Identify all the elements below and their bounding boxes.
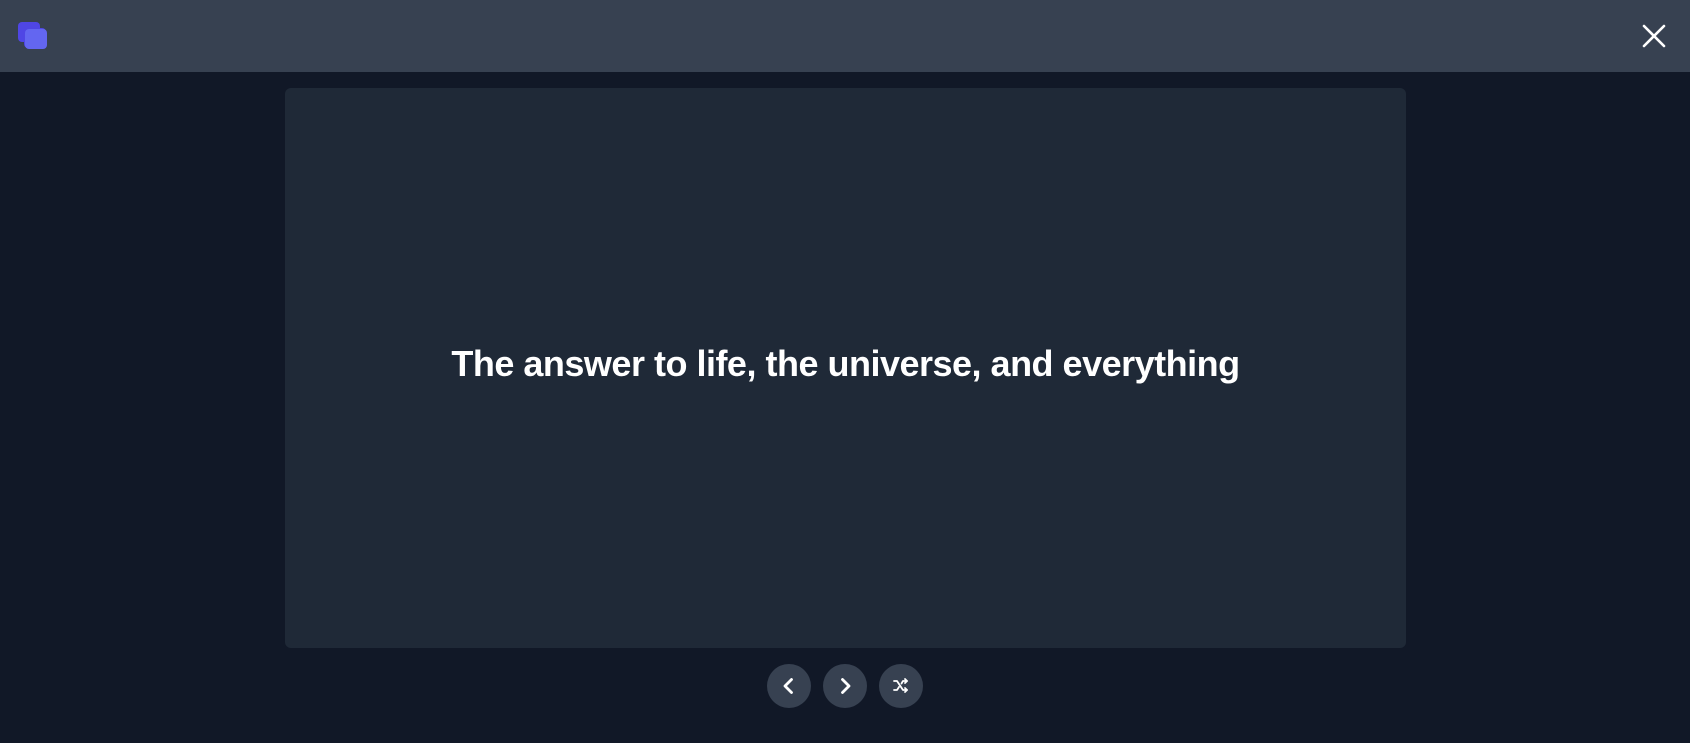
flashcard[interactable]: The answer to life, the universe, and ev… <box>285 88 1406 648</box>
next-card-button[interactable] <box>823 664 867 708</box>
chevron-left-icon <box>783 678 793 694</box>
flashcard-text: The answer to life, the universe, and ev… <box>451 343 1240 384</box>
card-controls <box>0 664 1690 708</box>
previous-card-button[interactable] <box>767 664 811 708</box>
shuffle-button[interactable] <box>879 664 923 708</box>
chevron-right-icon <box>841 678 851 694</box>
close-icon <box>1642 24 1666 48</box>
top-bar <box>0 0 1690 72</box>
shuffle-icon <box>893 678 908 693</box>
stacked-cards-icon <box>18 22 48 50</box>
close-button[interactable] <box>1636 18 1672 54</box>
